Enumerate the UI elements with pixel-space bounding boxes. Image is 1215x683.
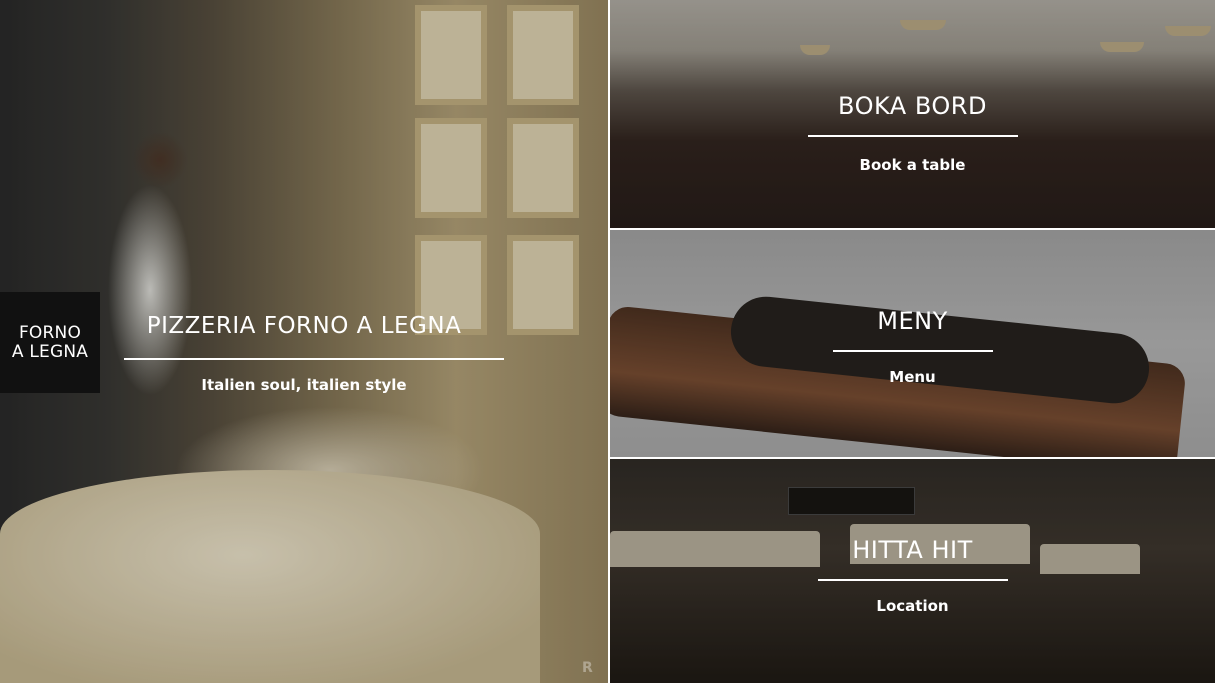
book-divider	[807, 135, 1018, 137]
location-divider	[817, 579, 1008, 581]
logo-line-2: A LEGNA	[11, 341, 89, 362]
book-title: BOKA BORD	[838, 92, 987, 120]
logo-line-1: FORNO	[18, 322, 82, 343]
menu-panel[interactable]: MENY Menu	[610, 230, 1215, 457]
location-panel[interactable]: HITTA HIT Location	[610, 459, 1215, 683]
horizontal-divider-bottom	[610, 457, 1215, 459]
menu-divider	[832, 350, 993, 352]
watermark-logo: R	[582, 660, 593, 676]
hero-divider	[124, 358, 504, 360]
location-title: HITTA HIT	[852, 536, 973, 564]
book-subtitle: Book a table	[859, 156, 966, 174]
vertical-divider	[608, 0, 610, 683]
menu-title: MENY	[877, 307, 948, 335]
logo-badge[interactable]: FORNO A LEGNA	[0, 292, 100, 393]
location-subtitle: Location	[876, 597, 949, 615]
horizontal-divider-top	[610, 228, 1215, 230]
menu-subtitle: Menu	[889, 368, 936, 386]
book-table-panel[interactable]: BOKA BORD Book a table	[610, 0, 1215, 228]
